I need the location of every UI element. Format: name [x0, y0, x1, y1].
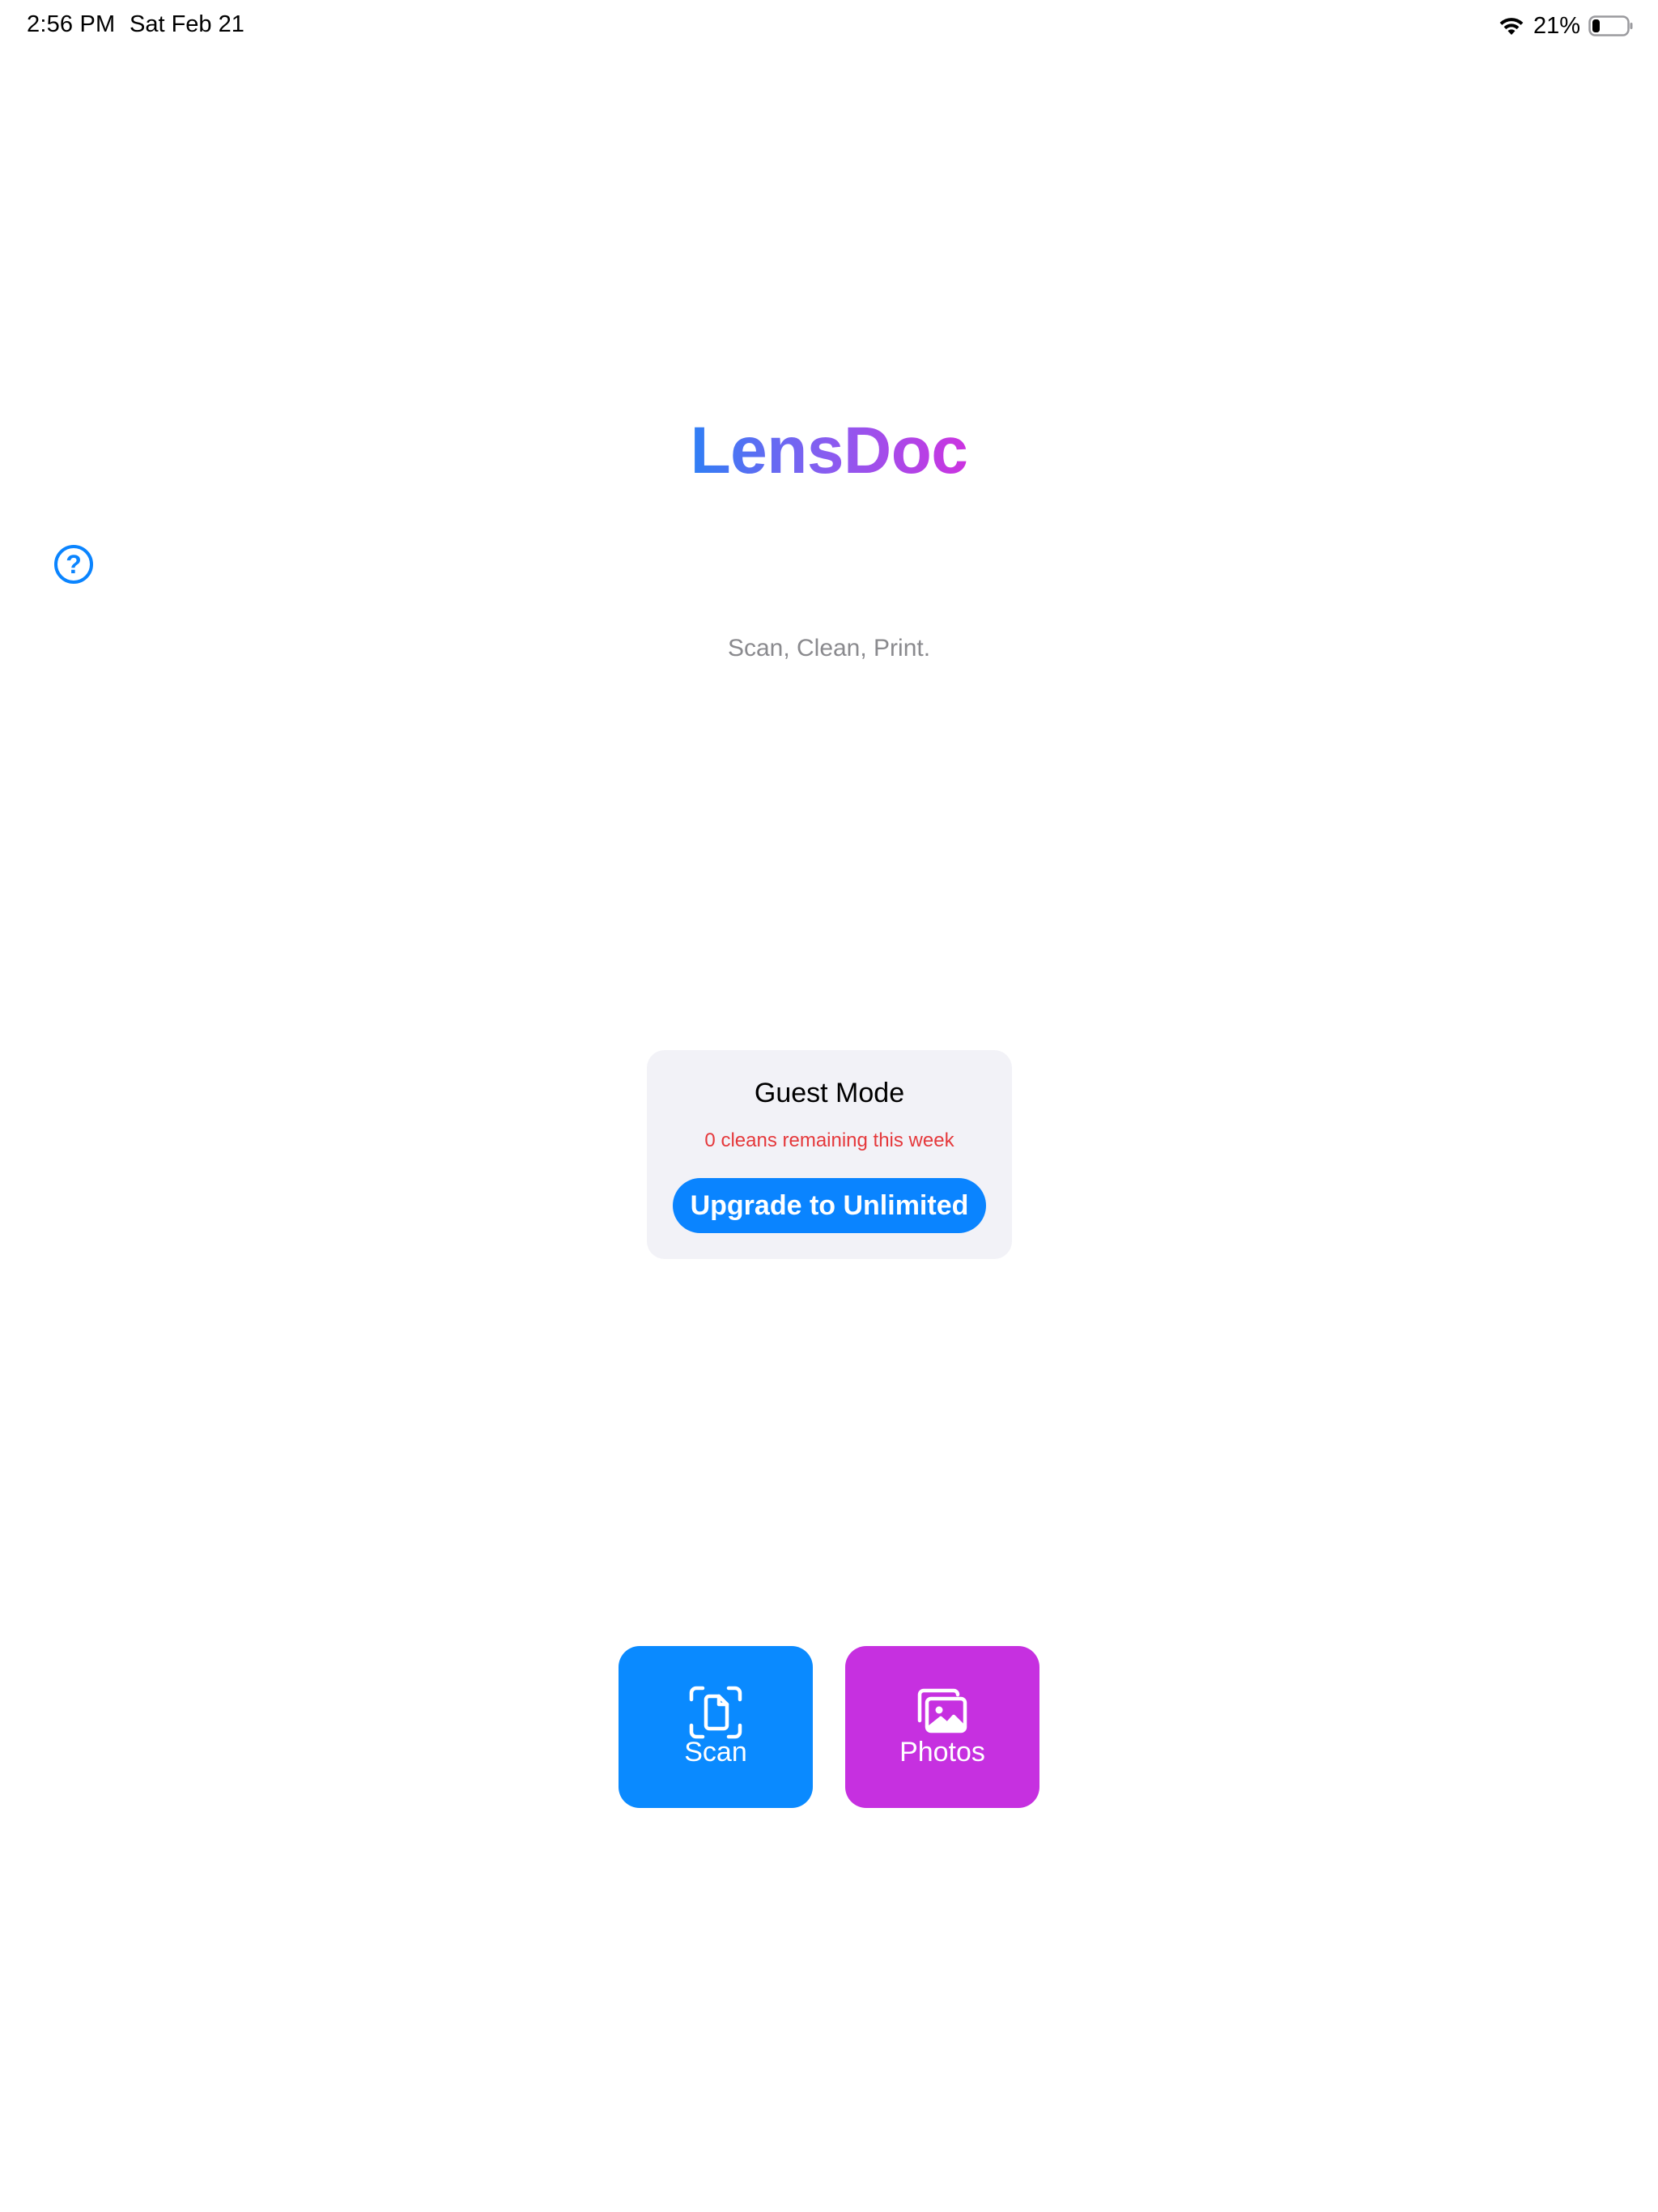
status-date: Sat Feb 21 — [130, 11, 244, 37]
photos-button[interactable]: Photos — [845, 1646, 1039, 1808]
upgrade-button[interactable]: Upgrade to Unlimited — [673, 1178, 986, 1233]
status-time: 2:56 PM — [27, 11, 116, 37]
guest-mode-card: Guest Mode 0 cleans remaining this week … — [647, 1050, 1012, 1259]
document-scan-icon — [689, 1686, 742, 1739]
status-bar: 2:56 PM Sat Feb 21 21% — [0, 0, 1658, 52]
photos-icon — [917, 1688, 967, 1733]
cleans-remaining-text: 0 cleans remaining this week — [704, 1129, 954, 1151]
scan-button[interactable]: Scan — [619, 1646, 813, 1808]
battery-icon — [1588, 15, 1633, 36]
home-screen: 2:56 PM Sat Feb 21 21% ? LensDoc Scan, C… — [0, 0, 1658, 2212]
app-title: LensDoc — [0, 413, 1658, 489]
question-circle-icon: ? — [66, 549, 82, 579]
photos-label: Photos — [899, 1737, 985, 1767]
battery-percent: 21% — [1533, 12, 1580, 39]
app-title-text: LensDoc — [690, 414, 968, 487]
guest-mode-title: Guest Mode — [754, 1078, 905, 1108]
scan-label: Scan — [684, 1737, 747, 1767]
tagline: Scan, Clean, Print. — [727, 635, 931, 661]
status-indicators: 21% — [1498, 11, 1634, 40]
help-button[interactable]: ? — [54, 545, 93, 584]
wifi-icon — [1499, 18, 1524, 35]
